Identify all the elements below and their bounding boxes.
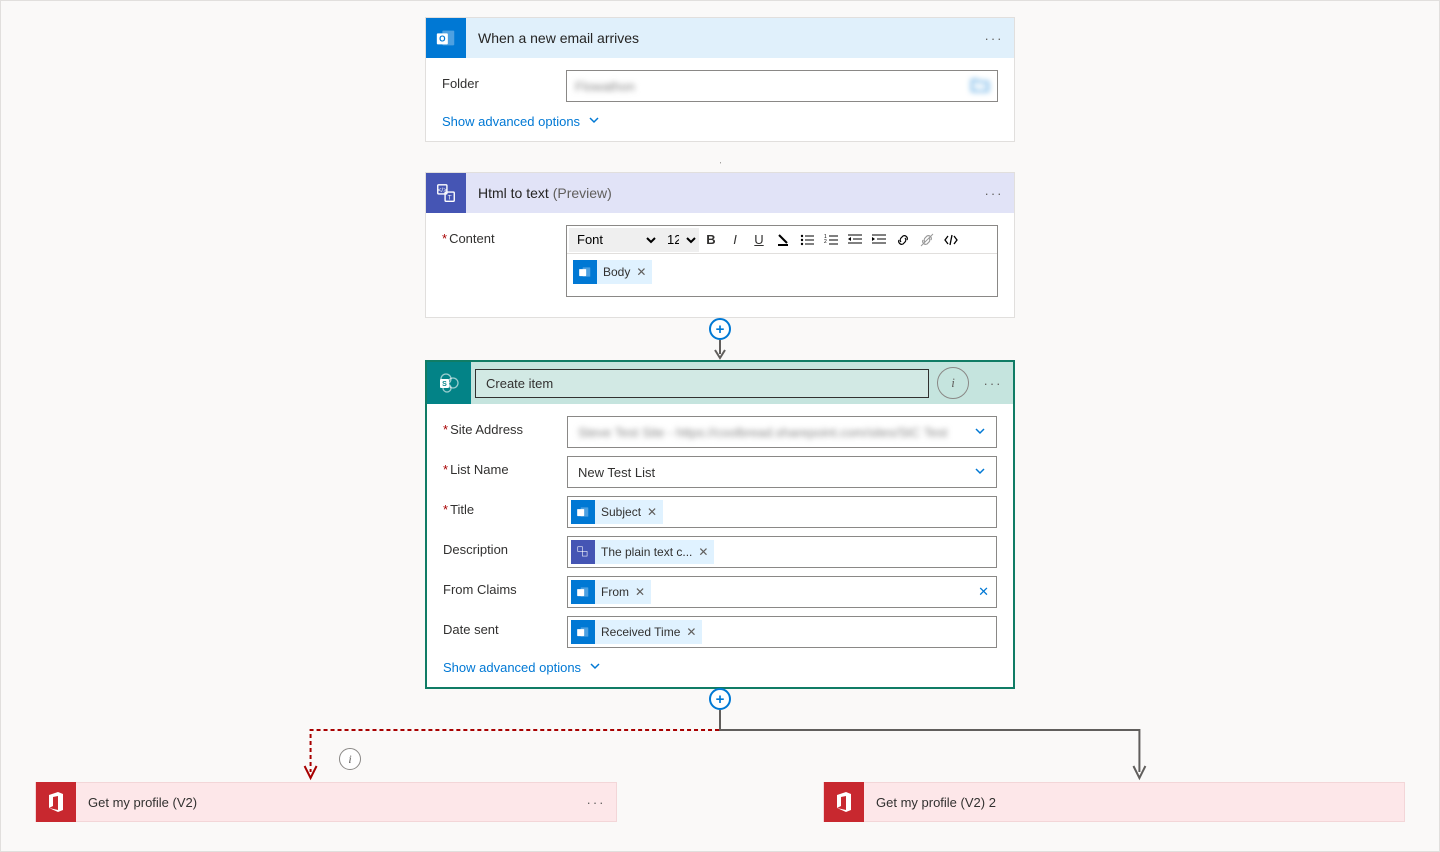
branch-container: i Get my profile (V2) ··· Get my profile…	[1, 710, 1439, 850]
list-name-label: List Name	[443, 456, 567, 477]
trigger-header[interactable]: O When a new email arrives ···	[426, 18, 1014, 58]
bullet-list-button[interactable]	[795, 228, 819, 252]
add-step-button[interactable]: +	[709, 688, 731, 710]
description-field[interactable]: The plain text c... ✕	[567, 536, 997, 568]
html-to-text-card: </>T Html to text (Preview) ··· Content …	[425, 172, 1015, 318]
office-icon	[36, 782, 76, 822]
from-token[interactable]: From ✕	[571, 580, 651, 604]
code-view-button[interactable]	[939, 228, 963, 252]
create-item-title-input[interactable]: Create item	[475, 369, 929, 398]
add-step-button[interactable]: +	[709, 318, 731, 340]
branch-left-title: Get my profile (V2)	[76, 795, 576, 810]
folder-label: Folder	[442, 70, 566, 91]
outdent-button[interactable]	[843, 228, 867, 252]
trigger-advanced-toggle[interactable]: Show advanced options	[442, 110, 600, 129]
number-list-button[interactable]: 12	[819, 228, 843, 252]
create-item-menu-button[interactable]: ···	[973, 363, 1013, 403]
rich-text-editor[interactable]: Font 12 B I U 12	[566, 225, 998, 297]
token-remove-icon[interactable]: ✕	[698, 545, 708, 559]
clear-field-button[interactable]: ✕	[978, 584, 993, 600]
html-header[interactable]: </>T Html to text (Preview) ···	[426, 173, 1014, 213]
token-remove-icon[interactable]: ✕	[636, 265, 646, 279]
title-field[interactable]: Subject ✕	[567, 496, 997, 528]
from-claims-field[interactable]: From ✕ ✕	[567, 576, 997, 608]
trigger-title: When a new email arrives	[466, 30, 974, 46]
body-token[interactable]: Body ✕	[573, 260, 652, 284]
create-item-card: S Create item i ··· Site Address Steve T…	[425, 360, 1015, 689]
received-time-token[interactable]: Received Time ✕	[571, 620, 702, 644]
info-button[interactable]: i	[937, 367, 969, 399]
trigger-card: O When a new email arrives ··· Folder Fl…	[425, 17, 1015, 142]
font-color-button[interactable]	[771, 228, 795, 252]
folder-input[interactable]: Flowathon	[566, 70, 998, 102]
connector-arrow	[719, 142, 721, 172]
rte-toolbar: Font 12 B I U 12	[567, 226, 997, 254]
plaintext-token[interactable]: The plain text c... ✕	[571, 540, 714, 564]
italic-button[interactable]: I	[723, 228, 747, 252]
subject-token[interactable]: Subject ✕	[571, 500, 663, 524]
ellipsis-icon: ···	[985, 186, 1004, 201]
svg-text:2: 2	[824, 239, 827, 245]
html-token-icon	[571, 540, 595, 564]
title-label: Title	[443, 496, 567, 517]
token-remove-icon[interactable]: ✕	[686, 625, 696, 639]
get-profile-left-card[interactable]: Get my profile (V2) ···	[35, 782, 617, 822]
content-label: Content	[442, 225, 566, 246]
outlook-token-icon	[571, 580, 595, 604]
unlink-button[interactable]	[915, 228, 939, 252]
token-remove-icon[interactable]: ✕	[647, 505, 657, 519]
site-address-label: Site Address	[443, 416, 567, 437]
html-to-text-icon: </>T	[426, 173, 466, 213]
underline-button[interactable]: U	[747, 228, 771, 252]
indent-button[interactable]	[867, 228, 891, 252]
branch-left-menu[interactable]: ···	[576, 782, 616, 822]
ellipsis-icon: ···	[985, 31, 1004, 46]
token-remove-icon[interactable]: ✕	[635, 585, 645, 599]
svg-text:S: S	[442, 381, 447, 388]
rte-content[interactable]: Body ✕	[567, 254, 997, 296]
folder-picker-icon[interactable]	[971, 78, 989, 95]
ellipsis-icon: ···	[587, 795, 606, 810]
list-name-dropdown[interactable]: New Test List	[567, 456, 997, 488]
branch-right-title: Get my profile (V2) 2	[864, 795, 1404, 810]
date-sent-label: Date sent	[443, 616, 567, 637]
bold-button[interactable]: B	[699, 228, 723, 252]
create-item-header[interactable]: S Create item i ···	[427, 362, 1013, 404]
chevron-down-icon	[974, 424, 986, 440]
chevron-down-icon	[589, 660, 601, 675]
html-title: Html to text (Preview)	[466, 185, 974, 201]
trigger-menu-button[interactable]: ···	[974, 18, 1014, 58]
outlook-token-icon	[573, 260, 597, 284]
svg-text:</>: </>	[438, 187, 448, 194]
create-item-advanced-toggle[interactable]: Show advanced options	[443, 656, 601, 675]
description-label: Description	[443, 536, 567, 557]
sharepoint-icon: S	[427, 362, 471, 404]
outlook-token-icon	[571, 500, 595, 524]
chevron-down-icon	[588, 114, 600, 129]
get-profile-right-card[interactable]: Get my profile (V2) 2	[823, 782, 1405, 822]
svg-text:T: T	[448, 194, 452, 201]
office-icon	[824, 782, 864, 822]
outlook-token-icon	[571, 620, 595, 644]
connector-with-add: +	[709, 318, 731, 360]
date-sent-field[interactable]: Received Time ✕	[567, 616, 997, 648]
outlook-icon: O	[426, 18, 466, 58]
font-size-select[interactable]: 12	[659, 228, 699, 252]
html-menu-button[interactable]: ···	[974, 173, 1014, 213]
ellipsis-icon: ···	[984, 376, 1003, 391]
site-address-dropdown[interactable]: Steve Test Site - https://coolbread.shar…	[567, 416, 997, 448]
from-claims-label: From Claims	[443, 576, 567, 597]
svg-text:O: O	[439, 35, 446, 44]
branch-info-badge[interactable]: i	[339, 748, 361, 770]
chevron-down-icon	[974, 464, 986, 480]
link-button[interactable]	[891, 228, 915, 252]
font-family-select[interactable]: Font	[569, 228, 659, 252]
